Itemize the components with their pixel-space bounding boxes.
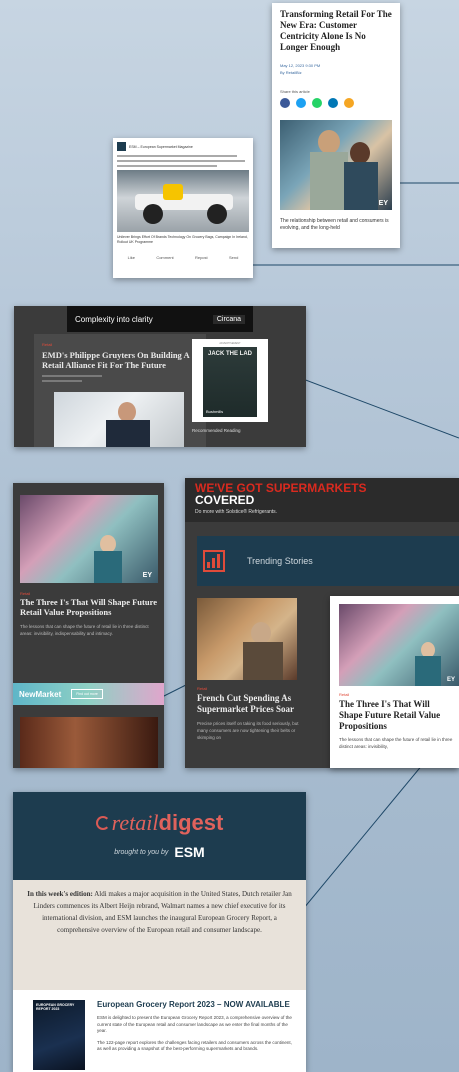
post-actions: Like Comment Repost Send xyxy=(117,255,249,260)
trending-title: Trending Stories xyxy=(247,556,313,566)
edition-summary: In this week's edition: Aldi makes a maj… xyxy=(13,880,306,990)
article-page-card-gruyters: Retail EMD's Philippe Gruyters On Buildi… xyxy=(14,306,306,447)
retail-digest-logo: retaildigest xyxy=(13,812,306,834)
banner-text: Complexity into clarity xyxy=(75,314,153,324)
report-promo[interactable]: EUROPEAN GROCERY REPORT 2023 European Gr… xyxy=(13,990,306,1072)
story-kicker: Retail xyxy=(339,692,350,697)
facebook-icon[interactable] xyxy=(280,98,290,108)
ey-logo: EY xyxy=(142,572,152,579)
article-summary: The lessons that can shape the future of… xyxy=(20,624,149,636)
post-text xyxy=(117,155,249,167)
newsletter-header: retaildigest brought to you by ESM xyxy=(13,792,306,880)
article-byline: By RetailBiz xyxy=(280,70,302,75)
article-image xyxy=(54,392,184,447)
banner-line2: COVERED xyxy=(195,493,255,507)
story-kicker: Retail xyxy=(197,686,208,691)
recommended-reading-label: Recommended Reading xyxy=(192,428,241,433)
post-source[interactable]: ESM – European Supermarket Magazine xyxy=(129,145,193,149)
newmarket-logo: NewMarket xyxy=(19,689,62,699)
logo-swirl-icon xyxy=(95,816,110,830)
trending-header: Trending Stories xyxy=(197,536,459,586)
article-kicker: Retail xyxy=(20,591,31,596)
report-title[interactable]: European Grocery Report 2023 – NOW AVAIL… xyxy=(97,1000,297,1009)
newmarket-button[interactable]: Find out more xyxy=(71,689,103,699)
post-caption: Unilever Brings Effort Of Brands Technol… xyxy=(117,235,248,244)
post-image xyxy=(117,170,249,232)
story-summary: Precise prices itself on taking its food… xyxy=(197,721,299,740)
comment-button[interactable]: Comment xyxy=(156,255,173,260)
sponsor-line: brought to you by ESM xyxy=(114,844,205,860)
retail-digest-newsletter: retaildigest brought to you by ESM In th… xyxy=(13,792,306,1072)
article-date: May 12, 2023 9:30 PM xyxy=(280,63,321,68)
newmarket-banner[interactable]: NewMarket Find out more xyxy=(13,683,164,705)
whatsapp-icon[interactable] xyxy=(312,98,322,108)
circana-logo: Circana xyxy=(212,314,245,324)
like-button[interactable]: Like xyxy=(128,255,135,260)
article-headline[interactable]: EMD's Philippe Gruyters On Building A Re… xyxy=(42,350,198,370)
share-icon[interactable] xyxy=(344,98,354,108)
linkedin-icon[interactable] xyxy=(328,98,338,108)
avatar xyxy=(117,142,126,151)
report-paragraph-1: ESM is delighted to present the European… xyxy=(97,1015,292,1033)
article-page-card-three-is: EY Retail The Three I's That Will Shape … xyxy=(13,483,164,768)
share-buttons xyxy=(280,98,392,108)
trending-story-2-highlight[interactable]: EY Retail The Three I's That Will Shape … xyxy=(330,596,459,768)
circana-banner[interactable]: Complexity into clarity Circana xyxy=(67,306,253,332)
article-image: EY xyxy=(20,495,158,583)
ad-image: JACK THE LAD Bushmills xyxy=(203,347,257,417)
article-hero-image: EY xyxy=(280,120,392,210)
story-title[interactable]: French Cut Spending As Supermarket Price… xyxy=(197,693,323,715)
ey-logo: EY xyxy=(446,677,455,683)
ad-box[interactable]: ADVERTISEMENT JACK THE LAD Bushmills xyxy=(192,339,268,422)
report-paragraph-2: The 122-page report explores the challen… xyxy=(97,1039,292,1052)
ad-title: JACK THE LAD xyxy=(207,351,252,357)
trending-logo-icon xyxy=(203,550,225,572)
share-label: Share this article xyxy=(280,89,310,94)
article-card-retail-new-era[interactable]: Transforming Retail For The New Era: Cus… xyxy=(272,3,400,248)
social-post-card[interactable]: ESM – European Supermarket Magazine Unil… xyxy=(113,138,253,278)
story-title[interactable]: The Three I's That Will Shape Future Ret… xyxy=(339,699,453,732)
article-page-body: Retail EMD's Philippe Gruyters On Buildi… xyxy=(34,334,206,447)
trending-story-1[interactable]: Retail French Cut Spending As Supermarke… xyxy=(197,598,323,768)
esm-logo: ESM xyxy=(174,844,205,860)
twitter-icon[interactable] xyxy=(296,98,306,108)
banner-subtext: Do more with Solstice® Refrigerants. xyxy=(195,509,278,515)
ad-label: ADVERTISEMENT xyxy=(219,342,241,345)
repost-button[interactable]: Repost xyxy=(195,255,208,260)
refrigerant-banner[interactable]: WE'VE GOT SUPERMARKETS COVERED Do more w… xyxy=(185,478,459,522)
article-kicker: Retail xyxy=(42,342,53,347)
send-button[interactable]: Send xyxy=(229,255,238,260)
article-headline[interactable]: The Three I's That Will Shape Future Ret… xyxy=(20,597,160,617)
ad-brand: Bushmills xyxy=(206,409,224,414)
article-image-lower xyxy=(20,717,158,768)
story-image xyxy=(197,598,297,680)
story-image: EY xyxy=(339,604,459,686)
edition-lead: In this week's edition: xyxy=(27,890,93,898)
report-cover-image: EUROPEAN GROCERY REPORT 2023 xyxy=(33,1000,85,1070)
article-caption: The relationship between retail and cons… xyxy=(280,218,389,231)
story-summary: The lessons that can shape the future of… xyxy=(339,737,453,749)
ey-logo: EY xyxy=(378,200,388,207)
article-title[interactable]: Transforming Retail For The New Era: Cus… xyxy=(280,9,392,53)
